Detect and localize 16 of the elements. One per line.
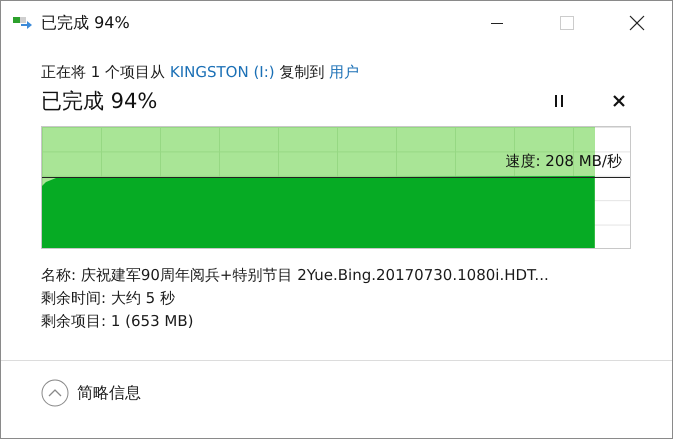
pause-icon bbox=[554, 95, 564, 107]
chevron-up-icon bbox=[41, 379, 69, 407]
detail-text: 剩余项目: 1 (653 MB) bbox=[41, 312, 194, 331]
detail-text: 剩余时间: 大约 5 秒 bbox=[41, 289, 176, 308]
fewer-details-button[interactable]: 简略信息 bbox=[41, 379, 141, 407]
copy-icon bbox=[13, 15, 33, 31]
location-link[interactable]: KINGSTON (I:) bbox=[170, 63, 275, 81]
location-link[interactable]: 用户 bbox=[329, 63, 360, 81]
progress-heading: 已完成 94% bbox=[41, 88, 158, 115]
detail-text: 名称: 庆祝建军90周年阅兵+特别节目 2Yue.Bing.20170730.1080i.HDT... bbox=[41, 266, 550, 285]
maximize-icon bbox=[560, 16, 574, 30]
window-title: 已完成 94% bbox=[41, 12, 131, 34]
close-icon bbox=[612, 94, 626, 108]
close-icon bbox=[629, 15, 645, 31]
speed-label: 速度: 208 MB/秒 bbox=[505, 152, 622, 171]
copy-description: 正在将 1 个项目从 KINGSTON (I:) 复制到 用户 bbox=[41, 63, 360, 82]
